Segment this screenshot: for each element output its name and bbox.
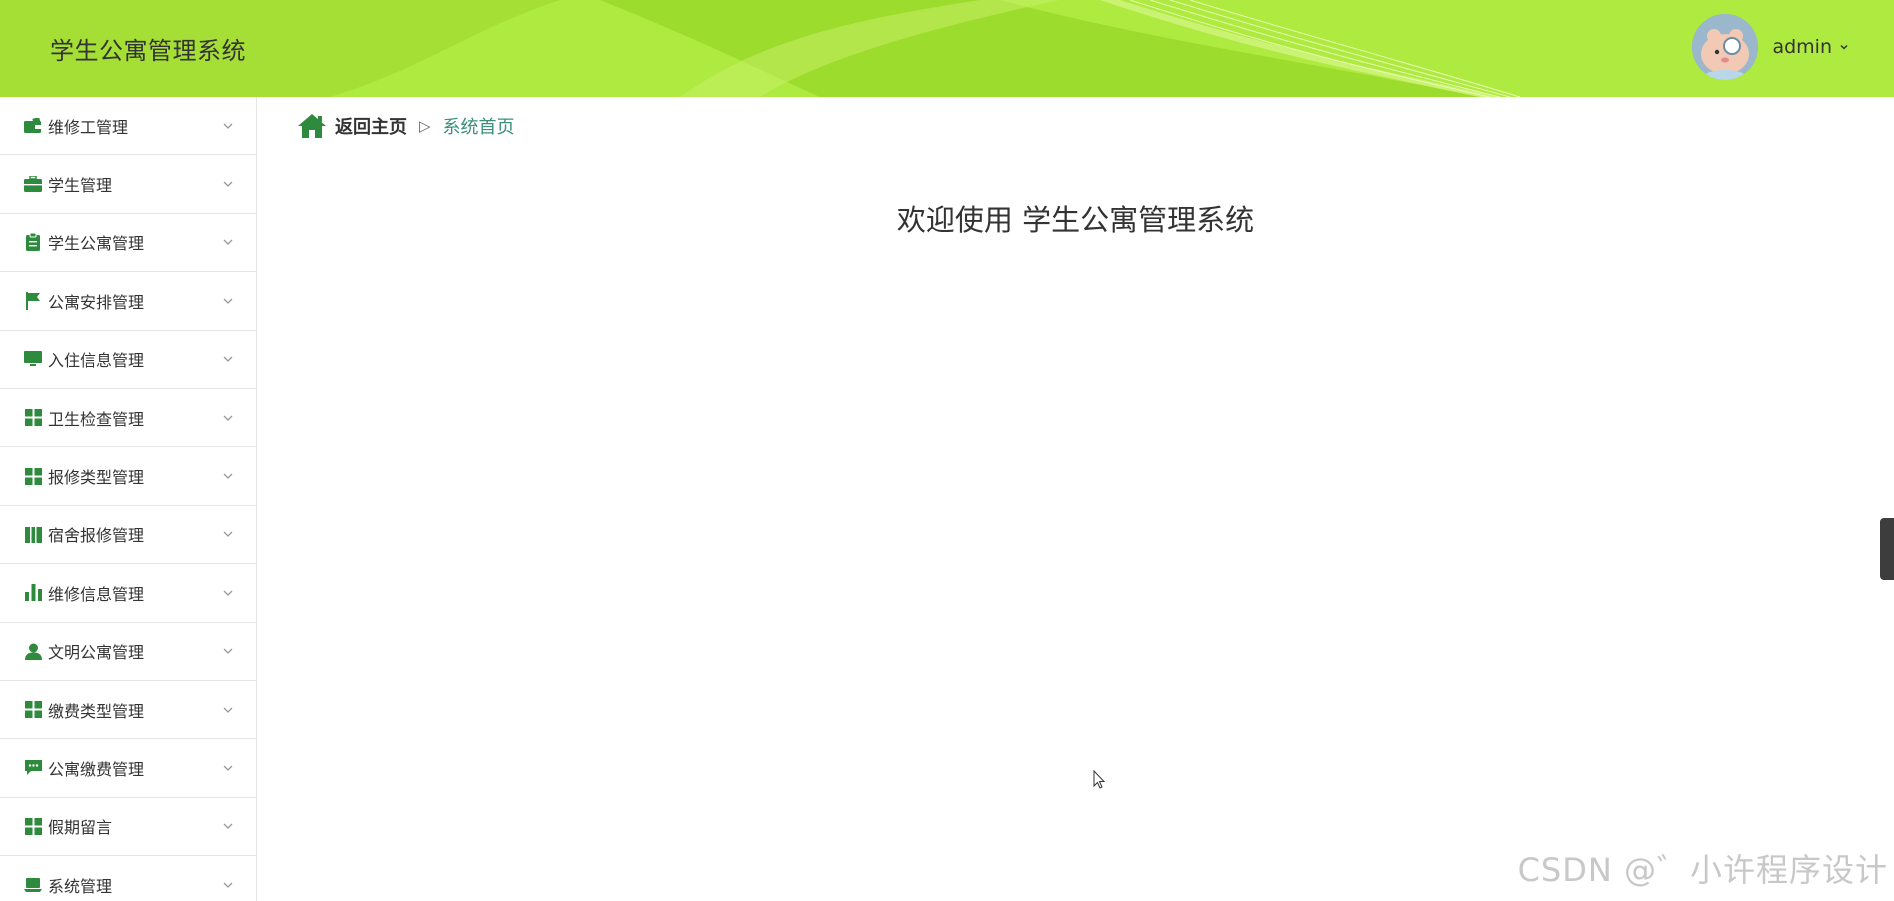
- sidebar-item-label: 学生管理: [48, 176, 113, 196]
- username[interactable]: admin: [1772, 36, 1832, 58]
- chevron-down-icon: [223, 765, 233, 771]
- sidebar-item-label: 入住信息管理: [48, 351, 145, 371]
- sidebar-item-label: 维修工管理: [48, 117, 129, 137]
- sidebar-item-repair-types[interactable]: 报修类型管理: [0, 447, 256, 506]
- sidebar-item-repairman[interactable]: 维修工管理: [0, 97, 256, 156]
- monitor-icon: [23, 349, 43, 369]
- sidebar-item-system[interactable]: 系统管理: [0, 856, 256, 901]
- home-icon[interactable]: [297, 113, 327, 139]
- sidebar-item-dorm-repair[interactable]: 宿舍报修管理: [0, 506, 256, 565]
- main-content: 返回主页 ▷ 系统首页 欢迎使用 学生公寓管理系统 CSDN @゛小许程序设计: [257, 97, 1894, 901]
- sidebar-item-payments[interactable]: 公寓缴费管理: [0, 739, 256, 798]
- grid-icon: [23, 816, 43, 836]
- grid-icon: [23, 466, 43, 486]
- chevron-down-icon[interactable]: [1838, 41, 1850, 53]
- briefcase-icon: [23, 174, 43, 194]
- sidebar-item-label: 缴费类型管理: [48, 701, 145, 721]
- chevron-down-icon: [223, 882, 233, 888]
- wallet-icon: [23, 116, 43, 136]
- app-title: 学生公寓管理系统: [50, 37, 246, 65]
- laptop-icon: [23, 875, 43, 895]
- watermark: CSDN @゛小许程序设计: [1517, 851, 1888, 889]
- sidebar-item-checkin[interactable]: 入住信息管理: [0, 331, 256, 389]
- chevron-down-icon: [223, 356, 233, 363]
- right-drawer-handle[interactable]: [1880, 518, 1894, 580]
- sidebar-item-label: 报修类型管理: [48, 468, 145, 488]
- top-header: 学生公寓管理系统 admin: [0, 0, 1894, 97]
- chevron-down-icon: [223, 590, 233, 596]
- bar-chart-icon: [23, 583, 43, 603]
- user-icon: [23, 641, 43, 661]
- sidebar-item-arrangement[interactable]: 公寓安排管理: [0, 272, 256, 331]
- sidebar-item-holiday-messages[interactable]: 假期留言: [0, 798, 256, 857]
- chevron-down-icon: [223, 240, 233, 246]
- header-wave-decoration: [0, 0, 1521, 97]
- sidebar-item-hygiene[interactable]: 卫生检查管理: [0, 389, 256, 448]
- sidebar-item-civilized[interactable]: 文明公寓管理: [0, 623, 256, 681]
- breadcrumb-current: 系统首页: [442, 117, 515, 138]
- sidebar-item-label: 系统管理: [48, 876, 113, 896]
- clipboard-icon: [23, 232, 43, 252]
- sidebar-item-apartments[interactable]: 学生公寓管理: [0, 214, 256, 273]
- chevron-down-icon: [223, 823, 233, 830]
- mouse-cursor-icon: [1093, 770, 1106, 789]
- breadcrumb: 返回主页 ▷ 系统首页: [297, 113, 515, 139]
- sidebar-item-students[interactable]: 学生管理: [0, 155, 256, 214]
- sidebar-item-label: 宿舍报修管理: [48, 526, 145, 546]
- chevron-down-icon: [223, 298, 233, 304]
- avatar[interactable]: [1692, 14, 1759, 80]
- sidebar-item-label: 公寓缴费管理: [48, 759, 145, 779]
- chevron-down-icon: [223, 181, 233, 187]
- sidebar-item-label: 卫生检查管理: [48, 409, 145, 429]
- breadcrumb-separator-icon: ▷: [419, 117, 431, 135]
- sidebar-item-fee-types[interactable]: 缴费类型管理: [0, 681, 256, 740]
- grid-icon: [23, 700, 43, 720]
- grid-icon: [23, 408, 43, 428]
- chevron-down-icon: [223, 473, 233, 479]
- user-menu[interactable]: admin: [1692, 14, 1850, 80]
- sidebar-item-label: 文明公寓管理: [48, 643, 145, 663]
- chevron-down-icon: [223, 531, 233, 538]
- sidebar-item-label: 公寓安排管理: [48, 292, 145, 312]
- sidebar-item-label: 学生公寓管理: [48, 234, 145, 254]
- chevron-down-icon: [223, 707, 233, 713]
- sidebar: 维修工管理 学生管理 学生公寓管理 公寓安排管理 入住信息管理 卫生检查管理 报…: [0, 97, 257, 901]
- welcome-message: 欢迎使用 学生公寓管理系统: [896, 203, 1255, 237]
- book-icon: [23, 524, 43, 544]
- sidebar-item-repair-info[interactable]: 维修信息管理: [0, 564, 256, 623]
- chevron-down-icon: [223, 123, 233, 129]
- sidebar-item-label: 假期留言: [48, 818, 113, 838]
- breadcrumb-home-link[interactable]: 返回主页: [335, 113, 407, 139]
- message-icon: [23, 758, 43, 778]
- sidebar-item-label: 维修信息管理: [48, 584, 145, 604]
- flag-icon: [23, 291, 43, 311]
- chevron-down-icon: [223, 648, 233, 655]
- chevron-down-icon: [223, 415, 233, 421]
